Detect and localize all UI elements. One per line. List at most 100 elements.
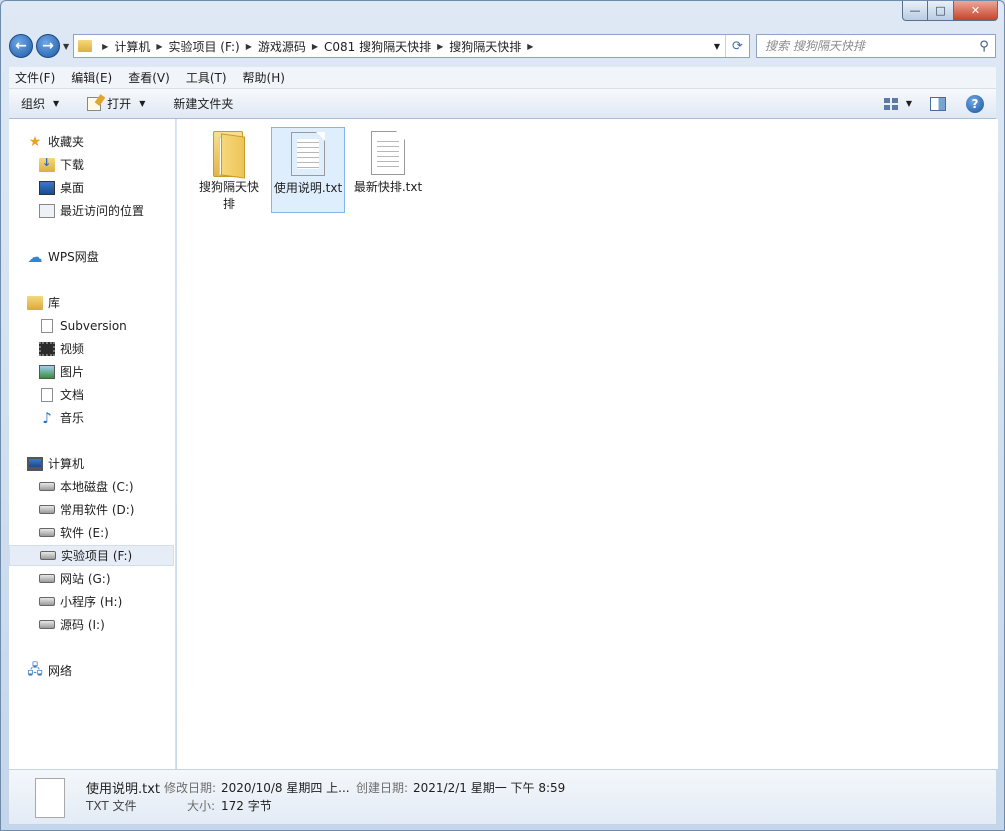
details-size-label: 大小:	[187, 799, 216, 813]
recent-places-icon	[39, 203, 55, 218]
menu-tools[interactable]: 工具(T)	[186, 69, 227, 86]
menu-bar: 文件(F) 编辑(E) 查看(V) 工具(T) 帮助(H)	[9, 67, 996, 89]
nav-network[interactable]: 🖧 网络	[9, 660, 174, 681]
file-list-pane[interactable]: 搜狗隔天快排 使用说明.txt 最新快排.txt	[177, 119, 998, 769]
nav-libraries[interactable]: 库	[9, 292, 174, 313]
downloads-folder-icon	[39, 156, 55, 172]
details-file-type: TXT 文件	[86, 799, 137, 813]
nav-label: 库	[48, 296, 61, 310]
nav-desktop[interactable]: 桌面	[9, 177, 174, 198]
chevron-right-icon[interactable]: ▶	[156, 42, 162, 51]
nav-recent-places[interactable]: 最近访问的位置	[9, 200, 174, 221]
breadcrumb-current[interactable]: 搜狗隔天快排	[449, 38, 521, 55]
nav-label: 软件 (E:)	[60, 526, 109, 540]
menu-file[interactable]: 文件(F)	[15, 69, 55, 86]
menu-help[interactable]: 帮助(H)	[243, 69, 285, 86]
nav-label: 本地磁盘 (C:)	[60, 480, 134, 494]
text-file-icon	[291, 132, 325, 176]
chevron-right-icon[interactable]: ▶	[312, 42, 318, 51]
nav-drive-f[interactable]: 实验项目 (F:)	[9, 545, 174, 566]
views-icon[interactable]	[883, 97, 898, 110]
breadcrumb-c081[interactable]: C081 搜狗隔天快排	[324, 38, 431, 55]
nav-videos[interactable]: 视频	[9, 338, 174, 359]
nav-pictures[interactable]: 图片	[9, 361, 174, 382]
drive-icon	[39, 574, 55, 583]
details-file-name: 使用说明.txt	[86, 782, 161, 797]
search-box[interactable]: ⚲	[756, 34, 996, 58]
open-button[interactable]: 打开 ▼	[87, 95, 145, 112]
file-name: 最新快排.txt	[353, 180, 423, 194]
nav-drive-c[interactable]: 本地磁盘 (C:)	[9, 476, 174, 497]
views-dropdown-icon[interactable]: ▼	[906, 99, 912, 108]
film-icon	[39, 341, 55, 356]
nav-label: 下载	[60, 158, 85, 172]
nav-label: 收藏夹	[48, 135, 85, 149]
chevron-right-icon[interactable]: ▶	[437, 42, 443, 51]
computer-icon	[27, 456, 43, 471]
file-item-folder[interactable]: 搜狗隔天快排	[192, 127, 266, 213]
drive-icon	[39, 597, 55, 606]
details-created-value: 2021/2/1 星期一 下午 8:59	[413, 781, 566, 795]
chevron-right-icon[interactable]: ▶	[246, 42, 252, 51]
address-history-dropdown-icon[interactable]: ▼	[709, 42, 725, 51]
file-item-usage-txt[interactable]: 使用说明.txt	[271, 127, 345, 213]
nav-label: 计算机	[48, 457, 85, 471]
breadcrumb-game-source[interactable]: 游戏源码	[258, 38, 306, 55]
nav-drive-i[interactable]: 源码 (I:)	[9, 614, 174, 635]
music-note-icon: ♪	[42, 408, 52, 427]
preview-pane-icon[interactable]	[930, 96, 946, 111]
menu-edit[interactable]: 编辑(E)	[71, 69, 112, 86]
address-bar[interactable]: ▶ 计算机 ▶ 实验项目 (F:) ▶ 游戏源码 ▶ C081 搜狗隔天快排 ▶…	[73, 34, 750, 58]
close-button[interactable]: ✕	[954, 1, 998, 21]
nav-wps-cloud[interactable]: ☁ WPS网盘	[9, 246, 174, 267]
new-folder-button[interactable]: 新建文件夹	[173, 95, 233, 112]
nav-label: WPS网盘	[48, 250, 99, 264]
details-modified-value: 2020/10/8 星期四 上...	[221, 781, 350, 795]
chevron-right-icon[interactable]: ▶	[102, 42, 108, 51]
nav-computer[interactable]: 计算机	[9, 453, 174, 474]
document-icon	[41, 318, 53, 333]
forward-button[interactable]: →	[36, 34, 60, 58]
address-row: ← → ▼ ▶ 计算机 ▶ 实验项目 (F:) ▶ 游戏源码 ▶ C081 搜狗…	[9, 31, 996, 61]
breadcrumb-computer[interactable]: 计算机	[114, 38, 150, 55]
nav-label: 网站 (G:)	[60, 572, 111, 586]
chevron-right-icon[interactable]: ▶	[527, 42, 533, 51]
drive-icon	[39, 505, 55, 514]
nav-label: 文档	[60, 388, 85, 402]
nav-documents[interactable]: 文档	[9, 384, 174, 405]
star-icon: ★	[28, 133, 42, 150]
nav-label: 图片	[60, 365, 85, 379]
refresh-icon[interactable]: ⟳	[725, 35, 749, 57]
file-item-latest-txt[interactable]: 最新快排.txt	[351, 127, 425, 213]
nav-label: 小程序 (H:)	[60, 595, 123, 609]
back-button[interactable]: ←	[9, 34, 33, 58]
search-icon[interactable]: ⚲	[973, 39, 995, 54]
nav-drive-h[interactable]: 小程序 (H:)	[9, 591, 174, 612]
menu-view[interactable]: 查看(V)	[128, 69, 170, 86]
drive-icon	[39, 528, 55, 537]
nav-label: 源码 (I:)	[60, 618, 105, 632]
folder-icon	[78, 40, 93, 52]
recent-pages-dropdown-icon[interactable]: ▼	[63, 42, 69, 51]
drive-icon	[40, 551, 56, 560]
explorer-window: — □ ✕ ← → ▼ ▶ 计算机 ▶ 实验项目 (F:) ▶ 游戏源码 ▶ C…	[0, 0, 1005, 831]
picture-icon	[39, 364, 55, 379]
nav-subversion[interactable]: Subversion	[9, 315, 174, 336]
nav-drive-e[interactable]: 软件 (E:)	[9, 522, 174, 543]
nav-drive-d[interactable]: 常用软件 (D:)	[9, 499, 174, 520]
nav-drive-g[interactable]: 网站 (G:)	[9, 568, 174, 589]
nav-music[interactable]: ♪ 音乐	[9, 407, 174, 428]
nav-downloads[interactable]: 下载	[9, 154, 174, 175]
file-name: 搜狗隔天快排	[198, 180, 259, 211]
navigation-pane: ★ 收藏夹 下载 桌面 最近访问的位置 ☁ WPS网盘 库 Subversion	[9, 119, 176, 769]
nav-label: Subversion	[60, 318, 127, 333]
help-icon[interactable]: ?	[966, 94, 984, 113]
search-input[interactable]	[765, 39, 973, 53]
organize-button[interactable]: 组织 ▼	[21, 95, 59, 112]
maximize-button[interactable]: □	[928, 1, 954, 21]
cloud-icon: ☁	[27, 247, 43, 266]
breadcrumb-drive-f[interactable]: 实验项目 (F:)	[168, 38, 239, 55]
nav-favorites[interactable]: ★ 收藏夹	[9, 131, 174, 152]
minimize-button[interactable]: —	[902, 1, 928, 21]
text-file-icon	[35, 778, 65, 818]
